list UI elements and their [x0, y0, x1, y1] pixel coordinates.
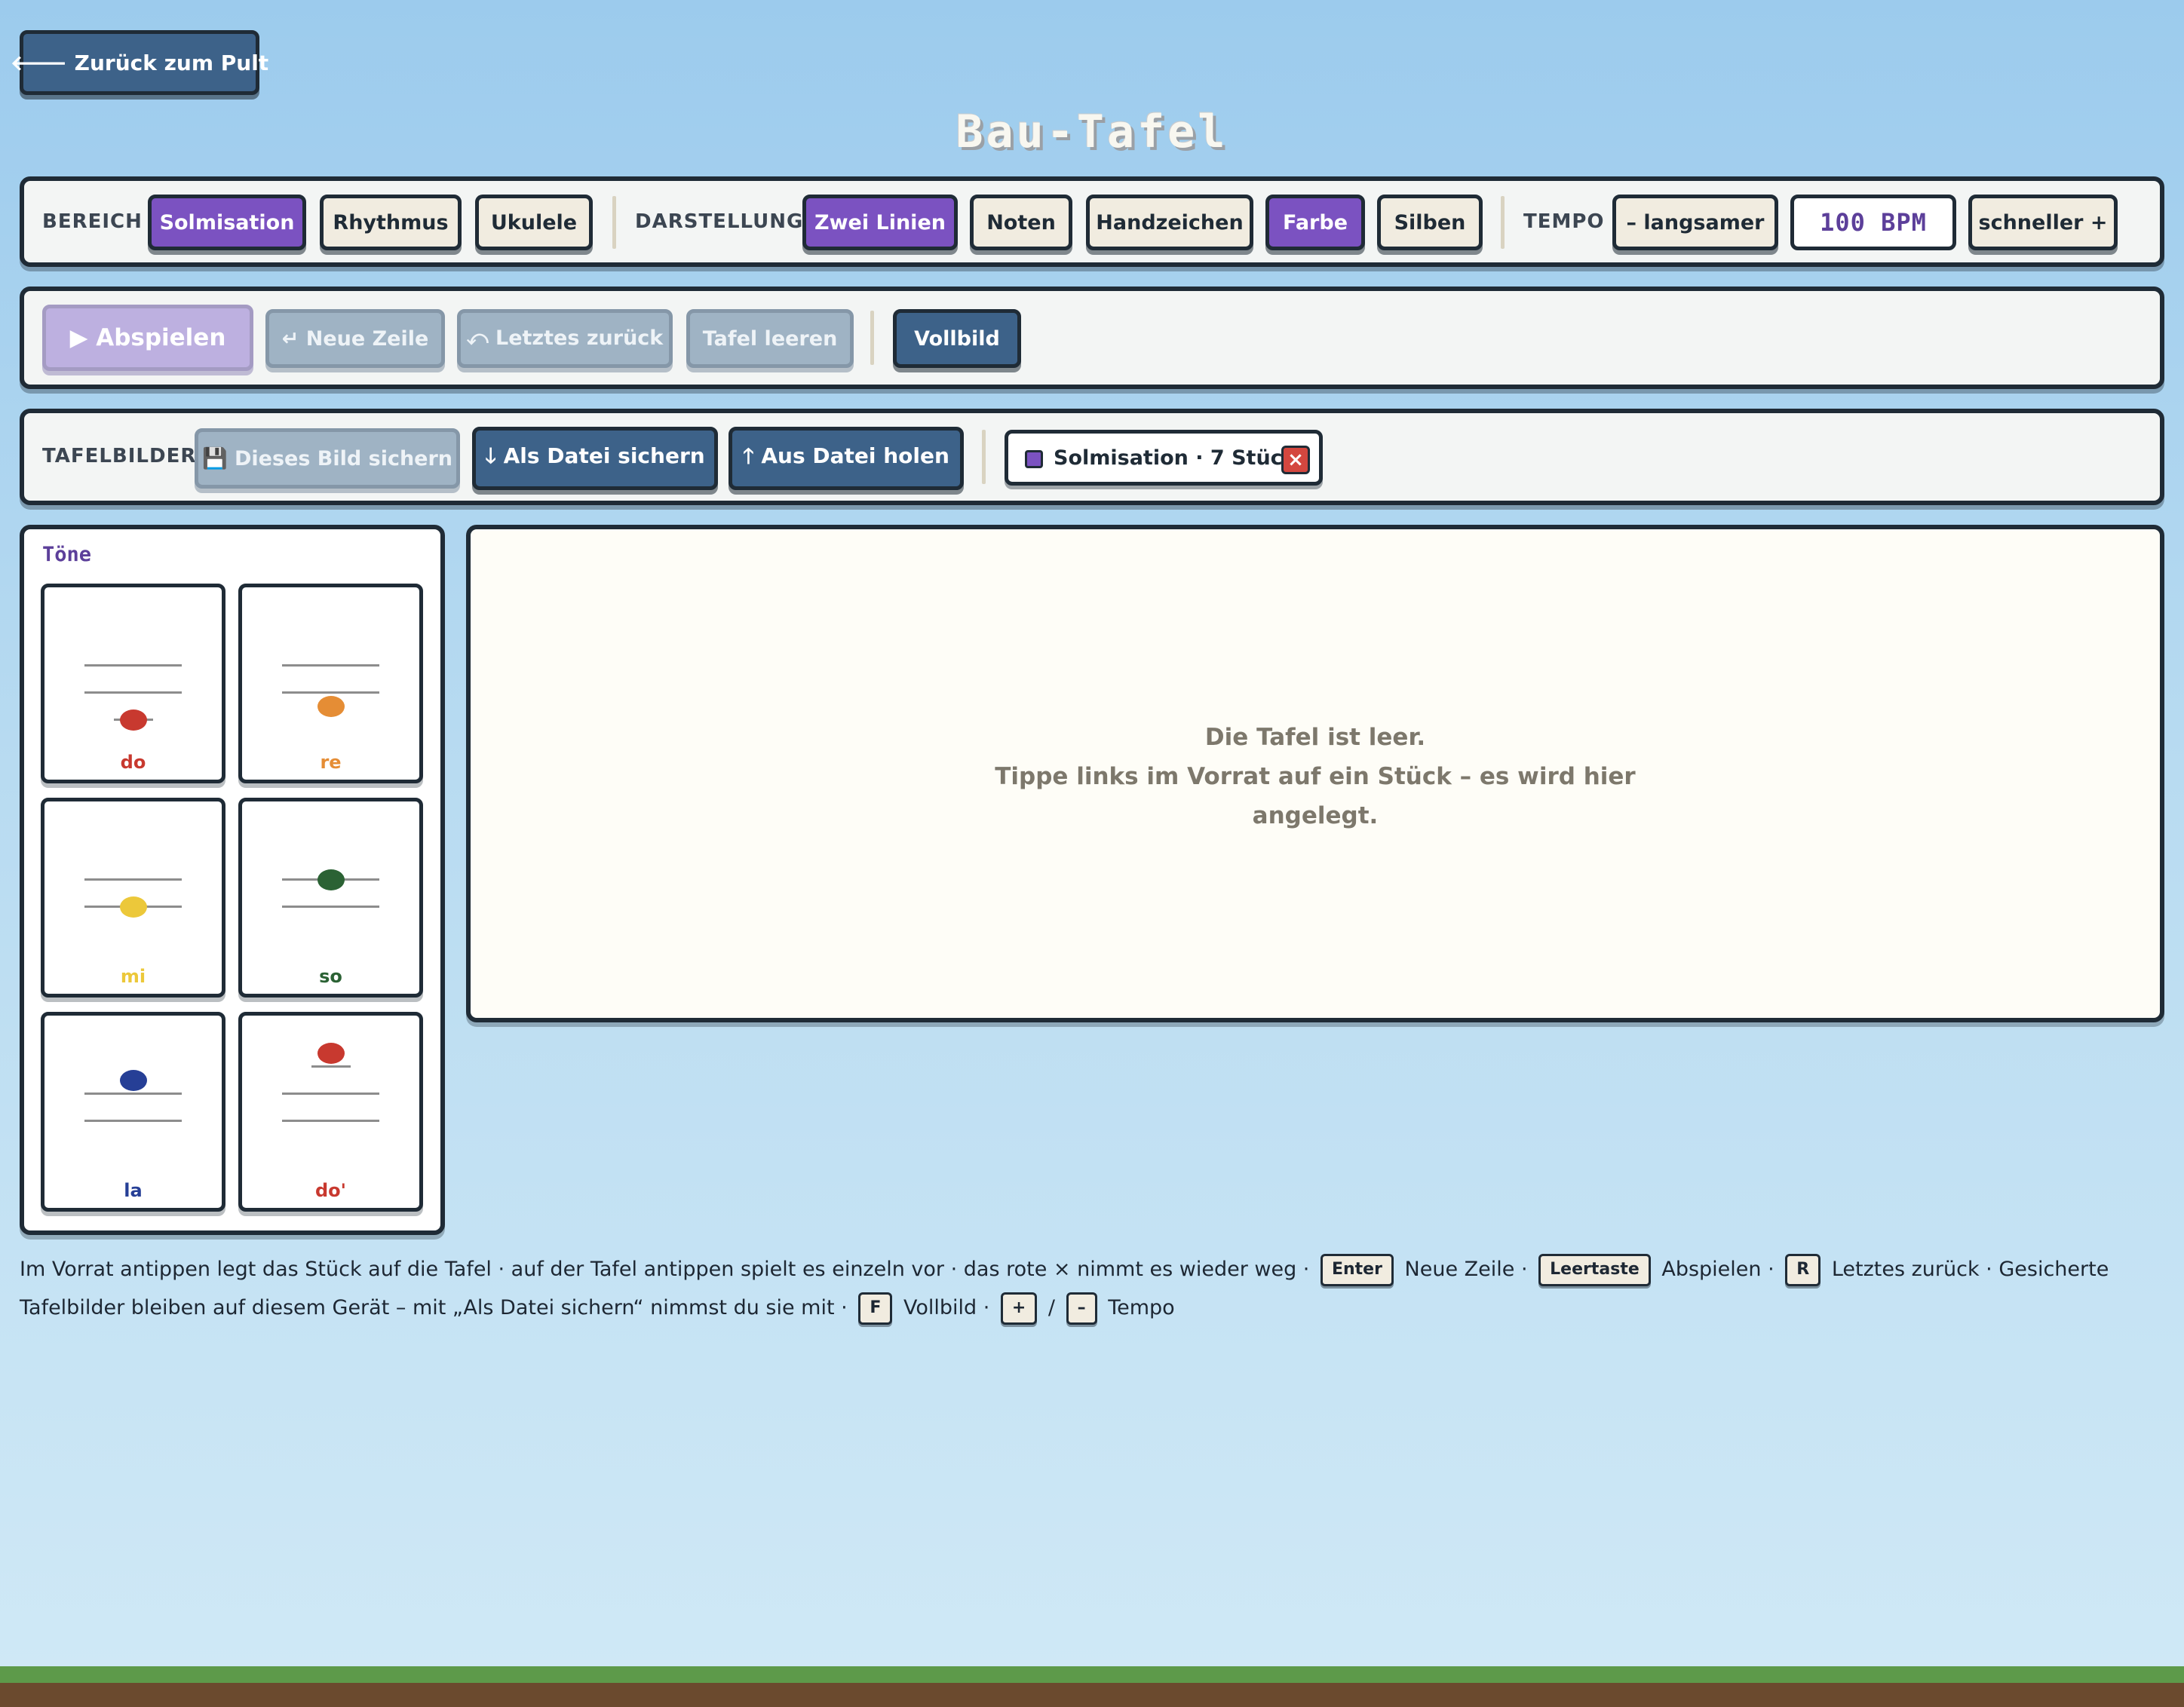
bereich-label: BEREICH: [42, 210, 143, 233]
staff-line: [282, 1093, 379, 1095]
help-text-part: Abspielen ·: [1661, 1258, 1774, 1281]
tone-card-so[interactable]: so: [238, 798, 423, 998]
tone-syllable-do-high: do': [314, 1180, 346, 1201]
saved-board-color-swatch: [1025, 450, 1043, 468]
tone-card-re[interactable]: re: [238, 584, 423, 783]
tone-syllable-mi: mi: [120, 966, 146, 987]
saved-board-chip[interactable]: Solmisation · 7 Stücke ×: [1005, 430, 1323, 486]
help-slash: /: [1048, 1296, 1056, 1319]
divider: [982, 430, 986, 484]
stock-heading: Töne: [42, 543, 92, 566]
darstellung-option-handzeichen[interactable]: Handzeichen: [1086, 195, 1253, 250]
save-image-button[interactable]: 💾 Dieses Bild sichern: [195, 428, 460, 489]
staff-line: [84, 664, 182, 667]
tempo-slower-button[interactable]: – langsamer: [1612, 195, 1778, 250]
note-head-la: [120, 1070, 147, 1091]
staff-line: [282, 906, 379, 908]
bereich-option-rhythmus[interactable]: Rhythmus: [320, 195, 462, 250]
tone-card-do-high[interactable]: do': [238, 1012, 423, 1212]
staff-line: [84, 1093, 182, 1095]
tempo-label: TEMPO: [1523, 210, 1605, 233]
tone-syllable-la: la: [124, 1180, 143, 1201]
note-head-re: [317, 696, 345, 717]
fullscreen-button[interactable]: Vollbild: [893, 309, 1021, 368]
undo-last-button[interactable]: ⤺ Letztes zurück: [457, 309, 673, 368]
ground-dirt: [0, 1683, 2184, 1707]
load-from-file-button[interactable]: 🡑 Aus Datei holen: [729, 427, 964, 490]
board-empty-line-3: angelegt.: [1252, 802, 1379, 829]
tone-card-do[interactable]: do: [41, 584, 225, 783]
board-empty-line-1: Die Tafel ist leer.: [1204, 724, 1426, 751]
staff-line: [282, 691, 379, 694]
tone-card-mi[interactable]: mi: [41, 798, 225, 998]
board-empty-line-2: Tippe links im Vorrat auf ein Stück – es…: [995, 763, 1636, 790]
back-to-desk-button[interactable]: 🡐 Zurück zum Pult: [11, 30, 268, 95]
key-r: R: [1785, 1254, 1821, 1286]
key-space: Leertaste: [1538, 1254, 1651, 1286]
staff-line: [282, 664, 379, 667]
divider: [870, 311, 874, 365]
tone-syllable-re: re: [320, 752, 342, 773]
tafelbilder-label: TAFELBILDER: [42, 445, 197, 467]
clear-board-button[interactable]: Tafel leeren: [686, 309, 854, 368]
tone-card-la[interactable]: la: [41, 1012, 225, 1212]
divider: [1501, 196, 1505, 249]
staff-line: [84, 1120, 182, 1122]
help-text-part: Neue Zeile ·: [1404, 1258, 1528, 1281]
divider: [612, 196, 616, 249]
darstellung-option-farbe[interactable]: Farbe: [1265, 195, 1365, 250]
note-head-so: [317, 869, 345, 890]
delete-saved-board-button[interactable]: ×: [1281, 446, 1310, 474]
bereich-option-solmisation[interactable]: Solmisation: [148, 195, 306, 250]
key-f: F: [858, 1292, 893, 1325]
play-button[interactable]: ▶ Abspielen: [42, 305, 253, 371]
note-head-do-high: [317, 1043, 345, 1064]
key-enter: Enter: [1320, 1254, 1394, 1286]
help-text-part: Vollbild ·: [903, 1296, 990, 1319]
bereich-option-ukulele[interactable]: Ukulele: [475, 195, 593, 250]
ledger-line: [311, 1065, 351, 1068]
board-empty-message: Die Tafel ist leer. Tippe links im Vorra…: [471, 718, 2160, 835]
key-minus: –: [1066, 1292, 1097, 1325]
staff-line: [282, 1120, 379, 1122]
help-text-part: Tempo: [1108, 1296, 1175, 1319]
board-area[interactable]: Die Tafel ist leer. Tippe links im Vorra…: [466, 525, 2164, 1022]
tone-syllable-do: do: [120, 752, 146, 773]
note-head-do: [120, 709, 147, 731]
page-title: Bau-Tafel: [956, 106, 1228, 158]
note-head-mi: [120, 896, 147, 918]
new-line-button[interactable]: ↵ Neue Zeile: [265, 309, 445, 368]
saved-board-label: Solmisation · 7 Stücke: [1054, 446, 1310, 470]
help-text: Im Vorrat antippen legt das Stück auf di…: [20, 1250, 2154, 1327]
tone-syllable-so: so: [319, 966, 342, 987]
tempo-faster-button[interactable]: schneller +: [1968, 195, 2118, 250]
save-as-file-button[interactable]: 🡓 Als Datei sichern: [472, 427, 718, 490]
darstellung-option-silben[interactable]: Silben: [1377, 195, 1483, 250]
help-text-part: Im Vorrat antippen legt das Stück auf di…: [20, 1258, 1310, 1281]
ground-grass: [0, 1666, 2184, 1683]
darstellung-option-zwei-linien[interactable]: Zwei Linien: [802, 195, 958, 250]
key-plus: +: [1000, 1292, 1038, 1325]
staff-line: [84, 691, 182, 694]
darstellung-option-noten[interactable]: Noten: [970, 195, 1072, 250]
darstellung-label: DARSTELLUNG: [635, 210, 804, 233]
tempo-value: 100 BPM: [1790, 195, 1956, 250]
staff-line: [84, 878, 182, 881]
